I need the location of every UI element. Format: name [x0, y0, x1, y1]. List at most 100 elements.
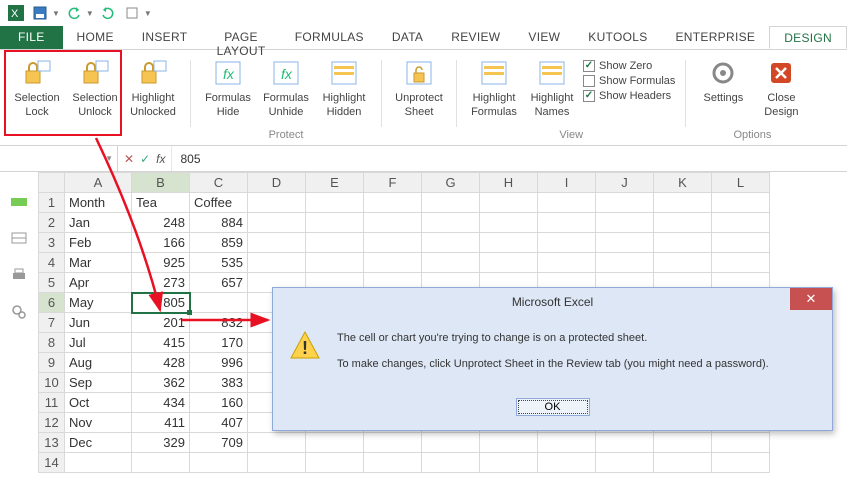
row-header[interactable]: 6 [39, 293, 65, 313]
cell[interactable] [306, 213, 364, 233]
col-header-F[interactable]: F [364, 173, 422, 193]
cancel-icon[interactable]: ✕ [124, 152, 134, 166]
selection-lock-button[interactable]: SelectionLock [8, 56, 66, 120]
cell[interactable] [712, 433, 770, 453]
cell[interactable] [538, 453, 596, 473]
cell[interactable] [65, 453, 132, 473]
cell[interactable] [422, 433, 480, 453]
cell[interactable]: Dec [65, 433, 132, 453]
enter-icon[interactable]: ✓ [140, 152, 150, 166]
cell[interactable]: 170 [190, 333, 248, 353]
cell[interactable] [248, 433, 306, 453]
tab-review[interactable]: REVIEW [437, 26, 514, 49]
redo-icon[interactable] [98, 3, 118, 23]
row-header[interactable]: 12 [39, 413, 65, 433]
cell[interactable] [248, 233, 306, 253]
col-header-C[interactable]: C [190, 173, 248, 193]
col-header-J[interactable]: J [596, 173, 654, 193]
save-dropdown-icon[interactable]: ▼ [52, 9, 60, 18]
cell[interactable] [712, 453, 770, 473]
cell[interactable] [480, 193, 538, 213]
col-header-K[interactable]: K [654, 173, 712, 193]
cell[interactable]: 166 [132, 233, 190, 253]
cell[interactable] [248, 193, 306, 213]
cell[interactable]: 884 [190, 213, 248, 233]
cell[interactable]: Feb [65, 233, 132, 253]
cell[interactable]: 805 [132, 293, 190, 313]
cell[interactable] [248, 253, 306, 273]
cell[interactable] [364, 233, 422, 253]
cell[interactable] [306, 433, 364, 453]
col-header-E[interactable]: E [306, 173, 364, 193]
selection-unlock-button[interactable]: SelectionUnlock [66, 56, 124, 120]
cell[interactable]: 407 [190, 413, 248, 433]
cell[interactable]: Mar [65, 253, 132, 273]
col-header-I[interactable]: I [538, 173, 596, 193]
qat-customize-icon[interactable]: ▼ [144, 9, 152, 18]
cell[interactable] [422, 193, 480, 213]
cell[interactable]: 709 [190, 433, 248, 453]
cell[interactable]: 428 [132, 353, 190, 373]
name-box[interactable]: ▼ [0, 146, 118, 171]
highlight-hidden-button[interactable]: HighlightHidden [315, 56, 373, 120]
cell[interactable] [480, 233, 538, 253]
formulas-hide-button[interactable]: fxFormulasHide [199, 56, 257, 120]
row-header[interactable]: 3 [39, 233, 65, 253]
undo-icon[interactable] [64, 3, 84, 23]
cell[interactable] [306, 193, 364, 213]
cell[interactable] [190, 453, 248, 473]
cell[interactable] [654, 213, 712, 233]
row-header[interactable]: 7 [39, 313, 65, 333]
cell[interactable] [306, 453, 364, 473]
cell[interactable] [596, 213, 654, 233]
cell[interactable] [306, 253, 364, 273]
cell[interactable]: 434 [132, 393, 190, 413]
col-header-D[interactable]: D [248, 173, 306, 193]
cell[interactable] [538, 433, 596, 453]
col-header-G[interactable]: G [422, 173, 480, 193]
gutter-ruler-icon[interactable] [11, 196, 27, 212]
cell[interactable] [364, 453, 422, 473]
cell[interactable] [538, 233, 596, 253]
cell[interactable]: Oct [65, 393, 132, 413]
cell[interactable] [654, 433, 712, 453]
cell[interactable] [596, 253, 654, 273]
tab-data[interactable]: DATA [378, 26, 437, 49]
cell[interactable]: May [65, 293, 132, 313]
tab-kutools[interactable]: KUTOOLS [574, 26, 661, 49]
cell[interactable]: Sep [65, 373, 132, 393]
tab-enterprise[interactable]: ENTERPRISE [662, 26, 770, 49]
cell[interactable] [538, 213, 596, 233]
cell[interactable]: 996 [190, 353, 248, 373]
cell[interactable] [480, 433, 538, 453]
cell[interactable]: 925 [132, 253, 190, 273]
dialog-ok-button[interactable]: OK [516, 398, 590, 416]
cell[interactable] [422, 453, 480, 473]
cell[interactable] [654, 253, 712, 273]
cell[interactable] [248, 453, 306, 473]
cell[interactable]: Nov [65, 413, 132, 433]
cell[interactable] [248, 213, 306, 233]
check-show-headers[interactable]: Show Headers [583, 90, 675, 102]
cell[interactable] [422, 233, 480, 253]
col-header-H[interactable]: H [480, 173, 538, 193]
cell[interactable] [364, 213, 422, 233]
formula-input[interactable]: 805 [172, 146, 847, 171]
col-header-A[interactable]: A [65, 173, 132, 193]
col-header-L[interactable]: L [712, 173, 770, 193]
cell[interactable]: Month [65, 193, 132, 213]
cell[interactable] [364, 193, 422, 213]
cell[interactable]: 160 [190, 393, 248, 413]
row-header[interactable]: 8 [39, 333, 65, 353]
cell[interactable] [712, 213, 770, 233]
row-header[interactable]: 13 [39, 433, 65, 453]
select-all-corner[interactable] [39, 173, 65, 193]
unprotect-sheet-button[interactable]: UnprotectSheet [390, 56, 448, 120]
cell[interactable] [538, 253, 596, 273]
cell[interactable]: 657 [190, 273, 248, 293]
cell[interactable]: Jul [65, 333, 132, 353]
fx-icon[interactable]: fx [156, 152, 165, 166]
cell[interactable] [132, 453, 190, 473]
row-header[interactable]: 2 [39, 213, 65, 233]
cell[interactable] [712, 233, 770, 253]
